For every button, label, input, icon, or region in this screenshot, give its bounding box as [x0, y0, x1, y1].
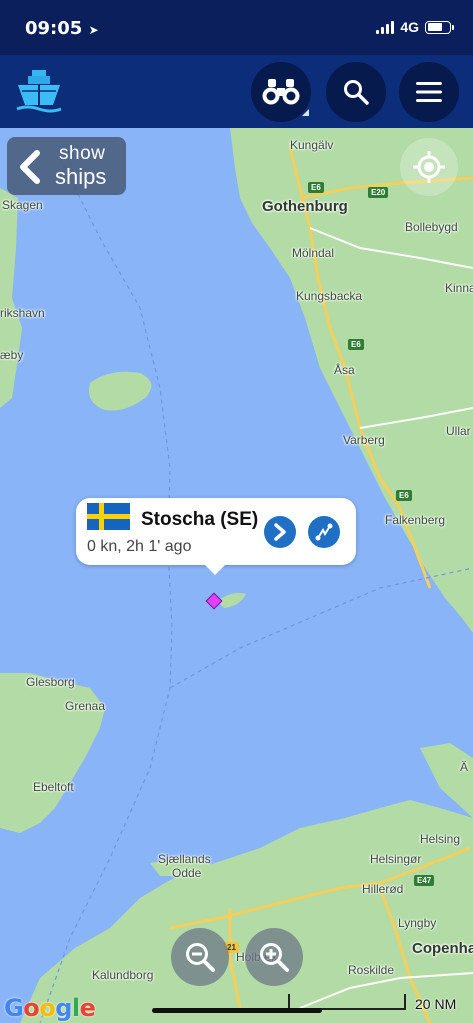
ship-logo-icon[interactable] [15, 67, 63, 115]
place-label-saeby: æby [0, 348, 24, 362]
google-attribution-logo: Google [4, 994, 96, 1022]
zoom-out-icon [186, 943, 215, 972]
ship-info-popup[interactable]: Stoscha (SE) 0 kn, 2h 1' ago [76, 498, 356, 575]
search-button[interactable] [326, 62, 386, 122]
place-label-helsing-e: Helsing [420, 832, 461, 846]
binoculars-icon [262, 79, 300, 105]
status-indicators: 4G [376, 19, 454, 35]
place-label-bollebygd: Bollebygd [405, 220, 458, 234]
place-label-copenhagen: Copenhage [412, 940, 473, 957]
road-shield-e47: E47 [414, 875, 435, 886]
search-icon [344, 80, 369, 105]
place-label-gothenburg: Gothenburg [262, 198, 348, 215]
status-time: 09:05 ➤ [25, 18, 99, 39]
place-label-molndal: Mölndal [292, 246, 335, 260]
map-view[interactable]: Kungälv Gothenburg Bollebygd Mölndal Kun… [0, 128, 473, 1023]
place-label-hillerod: Hillerød [362, 882, 404, 896]
time-text: 09:05 [25, 18, 83, 39]
vessel-name: Stoscha (SE) [141, 509, 259, 530]
hamburger-menu-icon [416, 82, 442, 102]
home-indicator[interactable] [152, 1008, 322, 1013]
place-label-skagen: Skagen [2, 198, 43, 212]
road-shield-e20: E20 [368, 187, 389, 198]
zoom-in-icon [260, 943, 289, 972]
vessel-track-button[interactable] [308, 516, 340, 548]
place-label-a-right: Ä [460, 760, 469, 774]
djursland-landmass [0, 673, 105, 833]
zoom-in-button[interactable] [245, 928, 303, 986]
place-label-helsingor: Helsingør [370, 852, 422, 866]
network-type: 4G [400, 19, 419, 35]
status-bar: 09:05 ➤ 4G [0, 0, 473, 55]
place-label-roskilde: Roskilde [348, 963, 395, 977]
place-label-kungalv: Kungälv [290, 138, 334, 152]
show-ships-label-line2: ships [55, 164, 107, 189]
place-label-glesborg: Glesborg [26, 675, 75, 689]
road-shield-e6-low: E6 [396, 490, 412, 501]
crosshair-location-icon [413, 151, 445, 183]
place-label-lyngby: Lyngby [398, 916, 437, 930]
place-label-kungsbacka: Kungsbacka [296, 289, 363, 303]
place-label-kinna: Kinna [445, 281, 473, 295]
signal-strength-icon [376, 20, 395, 34]
laeso-island [89, 371, 152, 411]
place-label-kalundborg: Kalundborg [92, 968, 154, 982]
menu-button[interactable] [399, 62, 459, 122]
show-ships-label-line1: show [59, 143, 106, 164]
location-arrow-icon: ➤ [88, 23, 99, 37]
map-scale-label: 20 NM [415, 996, 457, 1012]
place-label-sjaellands: Sjællands [158, 852, 211, 866]
app-bar [0, 55, 473, 128]
place-label-grenaa: Grenaa [65, 699, 106, 713]
battery-icon [425, 20, 454, 34]
place-label-frederikshavn: rikshavn [0, 306, 45, 320]
route-track-icon [315, 523, 333, 541]
show-ships-button[interactable]: show ships [7, 137, 126, 195]
place-label-ebeltoft: Ebeltoft [33, 780, 74, 794]
vessel-details-button[interactable] [264, 516, 296, 548]
place-label-falkenberg: Falkenberg [385, 513, 446, 527]
place-label-odde: Odde [172, 866, 202, 880]
zoom-out-button[interactable] [171, 928, 229, 986]
place-label-varberg: Varberg [343, 433, 385, 447]
vessel-status: 0 kn, 2h 1' ago [87, 538, 192, 555]
chevron-right-icon [274, 523, 286, 541]
my-location-button[interactable] [400, 138, 458, 196]
dropdown-corner-icon [302, 109, 309, 116]
place-label-ullare: Ullar [446, 424, 471, 438]
swedish-flag-icon [87, 503, 130, 530]
road-shield-e6-mid: E6 [348, 339, 364, 350]
road-shield-e6: E6 [308, 182, 324, 193]
binoculars-button[interactable] [251, 62, 311, 122]
place-label-asa: Åsa [334, 363, 355, 377]
chevron-left-icon [20, 150, 40, 184]
vendsyssel-landmass [0, 188, 22, 408]
